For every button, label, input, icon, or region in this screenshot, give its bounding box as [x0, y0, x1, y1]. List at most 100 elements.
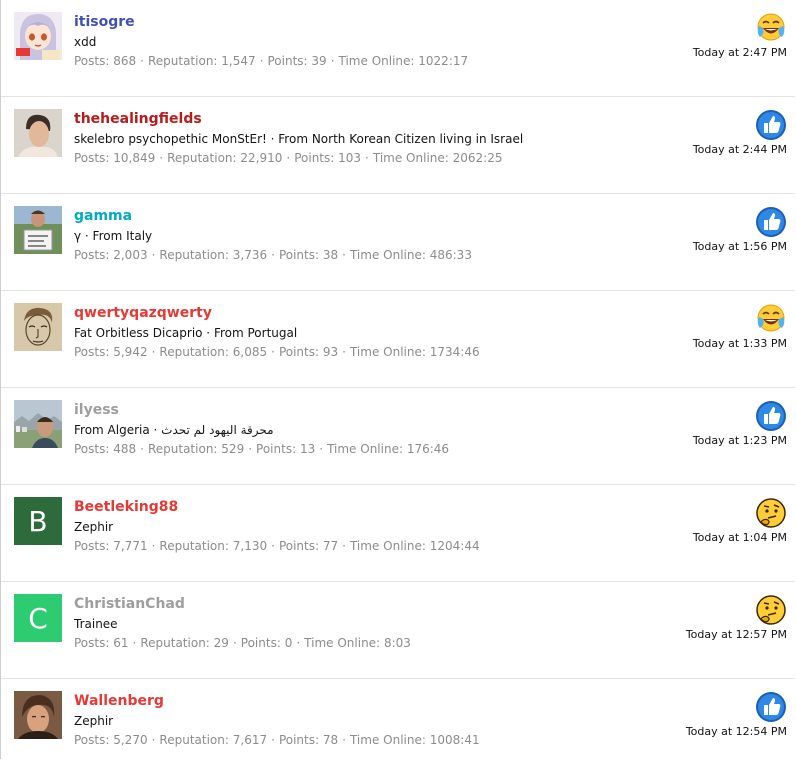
user-title: γ · From Italy: [74, 229, 153, 243]
username-link[interactable]: itisogre: [74, 12, 135, 32]
stat-label: Points:: [278, 733, 320, 747]
member-info: ChristianChad Trainee Posts: 61 · Reputation…: [74, 593, 675, 652]
username-link[interactable]: thehealingfields: [74, 109, 202, 129]
reaction-time: Today at 1:04 PM: [692, 531, 787, 544]
stat-label: Points:: [278, 345, 320, 359]
stat-label: Points:: [240, 636, 281, 650]
stat-label: Posts:: [74, 636, 110, 650]
stat-value: 77: [322, 539, 339, 553]
thumbs-up-icon: [755, 400, 787, 432]
stat-value: 5,942: [113, 345, 148, 359]
stat-separator: ·: [342, 345, 346, 359]
user-title: From Algeria · محرقة اليهود لم تحدث: [74, 423, 274, 437]
username-link[interactable]: Beetleking88: [74, 497, 178, 517]
stat-value: 38: [322, 248, 339, 262]
username-link[interactable]: ChristianChad: [74, 594, 185, 614]
user-stats: Posts: 7,771 · Reputation: 7,130 · Points: 7…: [74, 537, 675, 555]
stat-value: 6,085: [232, 345, 268, 359]
user-stats: Posts: 868 · Reputation: 1,547 · Points: 39 ·…: [74, 52, 675, 70]
stat-separator: ·: [248, 442, 253, 456]
user-stats: Posts: 5,942 · Reputation: 6,085 · Points: 9…: [74, 343, 675, 361]
reaction-member-list: itisogre xdd Posts: 868 · Reputation: 1,547 ·…: [0, 0, 795, 759]
avatar[interactable]: B: [14, 497, 62, 545]
thumbs-up-icon: [755, 691, 787, 723]
stat-separator: ·: [140, 442, 144, 456]
avatar[interactable]: [14, 12, 62, 60]
stat-separator: ·: [151, 248, 156, 262]
member-info: gamma γ · From Italy Posts: 2,003 · Reputati…: [74, 205, 675, 264]
member-row: gamma γ · From Italy Posts: 2,003 · Reputati…: [1, 194, 795, 291]
stat-label: Posts:: [74, 539, 110, 553]
stat-separator: ·: [159, 151, 164, 165]
stat-value: 93: [322, 345, 339, 359]
stat-label: Time Online:: [327, 442, 403, 456]
stat-value: 1,547: [221, 54, 256, 68]
user-title: Zephir: [74, 520, 114, 534]
member-row: ilyess From Algeria · محرقة اليهود لم تحد…: [1, 388, 795, 485]
username-link[interactable]: ilyess: [74, 400, 119, 420]
thinking-icon: [755, 497, 787, 529]
stat-separator: ·: [342, 539, 346, 553]
stat-label: Reputation:: [159, 733, 229, 747]
stat-value: 1204:44: [429, 539, 480, 553]
member-info: ilyess From Algeria · محرقة اليهود لم تحد…: [74, 399, 675, 458]
stat-separator: ·: [259, 54, 264, 68]
member-info: Wallenberg Zephir Posts: 5,270 · Reputation:…: [74, 690, 675, 749]
stat-label: Points:: [256, 442, 297, 456]
stat-separator: ·: [319, 442, 324, 456]
member-info: itisogre xdd Posts: 868 · Reputation: 1,547 ·…: [74, 11, 675, 70]
user-stats: Posts: 488 · Reputation: 529 · Points: 13 · Ti…: [74, 440, 675, 458]
user-title: Zephir: [74, 714, 114, 728]
stat-separator: ·: [271, 248, 275, 262]
avatar[interactable]: [14, 691, 62, 739]
stat-separator: ·: [151, 733, 156, 747]
avatar[interactable]: [14, 400, 62, 448]
user-title: Trainee: [74, 617, 118, 631]
user-stats: Posts: 5,270 · Reputation: 7,617 · Points: 7…: [74, 731, 675, 749]
member-row: qwertyqazqwerty Fat Orbitless Dicaprio · …: [1, 291, 795, 388]
stat-separator: ·: [151, 345, 156, 359]
stat-label: Reputation:: [147, 442, 218, 456]
stat-value: 2,003: [113, 248, 148, 262]
stat-label: Posts:: [74, 151, 110, 165]
avatar-letter: B: [14, 497, 62, 545]
stat-value: 13: [299, 442, 316, 456]
stat-label: Points:: [267, 54, 308, 68]
stat-value: 7,617: [232, 733, 268, 747]
stat-label: Posts:: [74, 345, 110, 359]
stat-value: 29: [213, 636, 229, 650]
avatar[interactable]: [14, 303, 62, 351]
stat-separator: ·: [296, 636, 301, 650]
stat-label: Reputation:: [167, 151, 237, 165]
stat-label: Points:: [294, 151, 335, 165]
username-link[interactable]: Wallenberg: [74, 691, 164, 711]
stat-value: 78: [322, 733, 339, 747]
stat-value: 1734:46: [429, 345, 480, 359]
stat-value: 176:46: [406, 442, 450, 456]
member-row: itisogre xdd Posts: 868 · Reputation: 1,547 ·…: [1, 0, 795, 97]
stat-value: 10,849: [113, 151, 156, 165]
avatar[interactable]: C: [14, 594, 62, 642]
stat-value: 488: [113, 442, 137, 456]
reaction-time: Today at 2:47 PM: [692, 46, 787, 59]
member-row: thehealingfields skelebro psychopethic Mo…: [1, 97, 795, 194]
stat-label: Posts:: [74, 442, 110, 456]
laugh-cry-icon: [755, 303, 787, 335]
stat-separator: ·: [330, 54, 335, 68]
stat-value: 7,771: [113, 539, 148, 553]
stat-separator: ·: [271, 539, 275, 553]
avatar-letter: C: [14, 594, 62, 642]
user-stats: Posts: 10,849 · Reputation: 22,910 · Points:…: [74, 149, 675, 167]
stat-label: Reputation:: [159, 248, 229, 262]
username-link[interactable]: gamma: [74, 206, 132, 226]
stat-value: 8:03: [383, 636, 411, 650]
username-link[interactable]: qwertyqazqwerty: [74, 303, 212, 323]
stat-separator: ·: [151, 539, 156, 553]
avatar[interactable]: [14, 206, 62, 254]
stat-separator: ·: [342, 733, 346, 747]
avatar[interactable]: [14, 109, 62, 157]
reaction-time: Today at 1:56 PM: [692, 240, 787, 253]
stat-label: Points:: [278, 248, 320, 262]
stat-value: 3,736: [232, 248, 268, 262]
stat-separator: ·: [140, 54, 144, 68]
